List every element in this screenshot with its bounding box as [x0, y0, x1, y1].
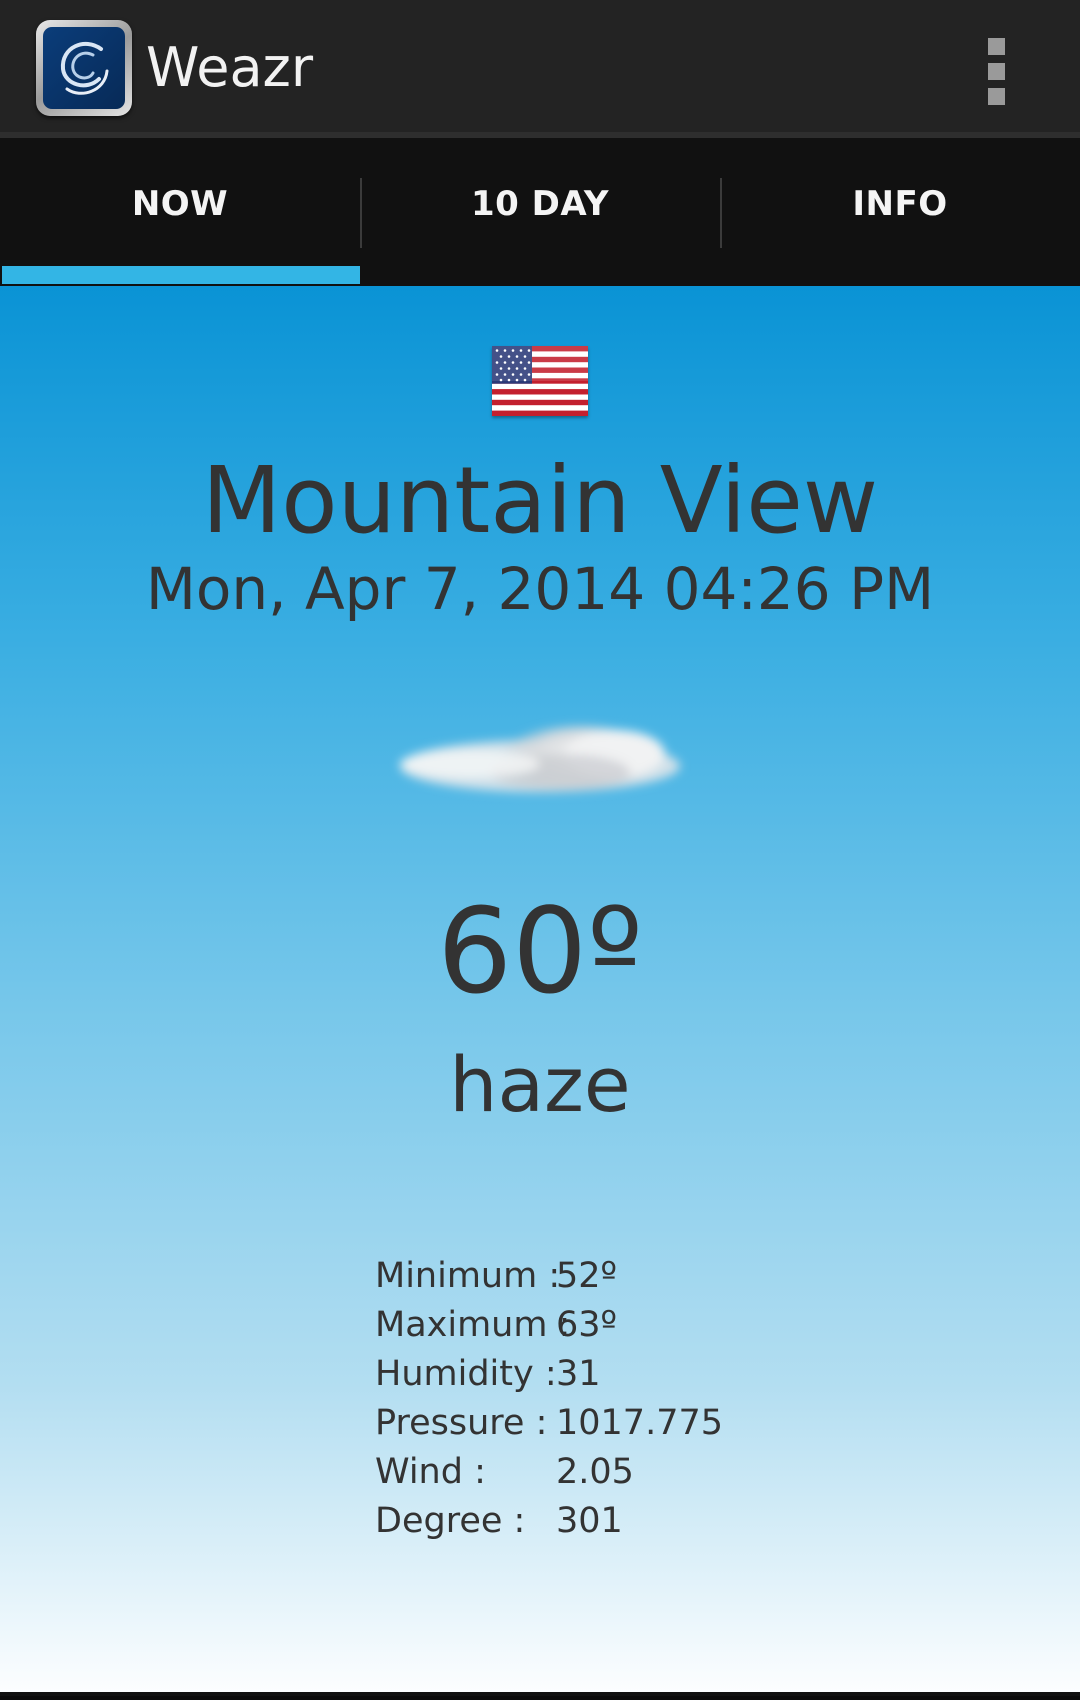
detail-label: Maximum :: [375, 1305, 571, 1345]
city-name: Mountain View: [201, 447, 879, 554]
current-weather-panel: Mountain View Mon, Apr 7, 2014 04:26 PM …: [0, 286, 1080, 1696]
detail-row-wind: Wind : 2.05: [375, 1448, 723, 1497]
detail-label: Degree :: [375, 1501, 526, 1541]
bottom-divider: [0, 1692, 1080, 1696]
us-flag-icon: [492, 346, 588, 416]
detail-row-minimum: Minimum : 52º: [375, 1252, 723, 1301]
tab-now[interactable]: NOW: [0, 138, 360, 286]
detail-label: Wind :: [375, 1452, 486, 1492]
detail-row-degree: Degree : 301: [375, 1497, 723, 1546]
tab-info[interactable]: INFO: [720, 138, 1080, 286]
cloud-icon: [400, 726, 680, 792]
action-bar: Weazr: [0, 0, 1080, 138]
detail-value: 52º: [556, 1256, 618, 1296]
overflow-menu-icon[interactable]: [968, 30, 1026, 110]
weather-condition: haze: [449, 1040, 631, 1129]
detail-value: 63º: [556, 1305, 618, 1345]
weather-details: Minimum : 52º Maximum : 63º Humidity : 3…: [375, 1252, 723, 1546]
detail-label: Minimum :: [375, 1256, 561, 1296]
tab-label: 10 DAY: [470, 184, 610, 224]
current-temperature: 60º: [437, 882, 643, 1020]
tab-bar: NOW 10 DAY INFO: [0, 138, 1080, 286]
detail-value: 2.05: [556, 1452, 634, 1492]
detail-label: Pressure :: [375, 1403, 548, 1443]
detail-row-pressure: Pressure : 1017.775: [375, 1399, 723, 1448]
detail-label: Humidity :: [375, 1354, 557, 1394]
tab-label: INFO: [852, 184, 948, 224]
weazr-swirl-icon[interactable]: [36, 20, 132, 116]
date-time: Mon, Apr 7, 2014 04:26 PM: [145, 555, 935, 623]
detail-value: 1017.775: [556, 1403, 724, 1443]
tab-10-day[interactable]: 10 DAY: [360, 138, 720, 286]
tab-label: NOW: [131, 184, 229, 224]
detail-value: 31: [556, 1354, 601, 1394]
detail-value: 301: [556, 1501, 623, 1541]
app-title: Weazr: [146, 36, 314, 99]
detail-row-maximum: Maximum : 63º: [375, 1301, 723, 1350]
detail-row-humidity: Humidity : 31: [375, 1350, 723, 1399]
